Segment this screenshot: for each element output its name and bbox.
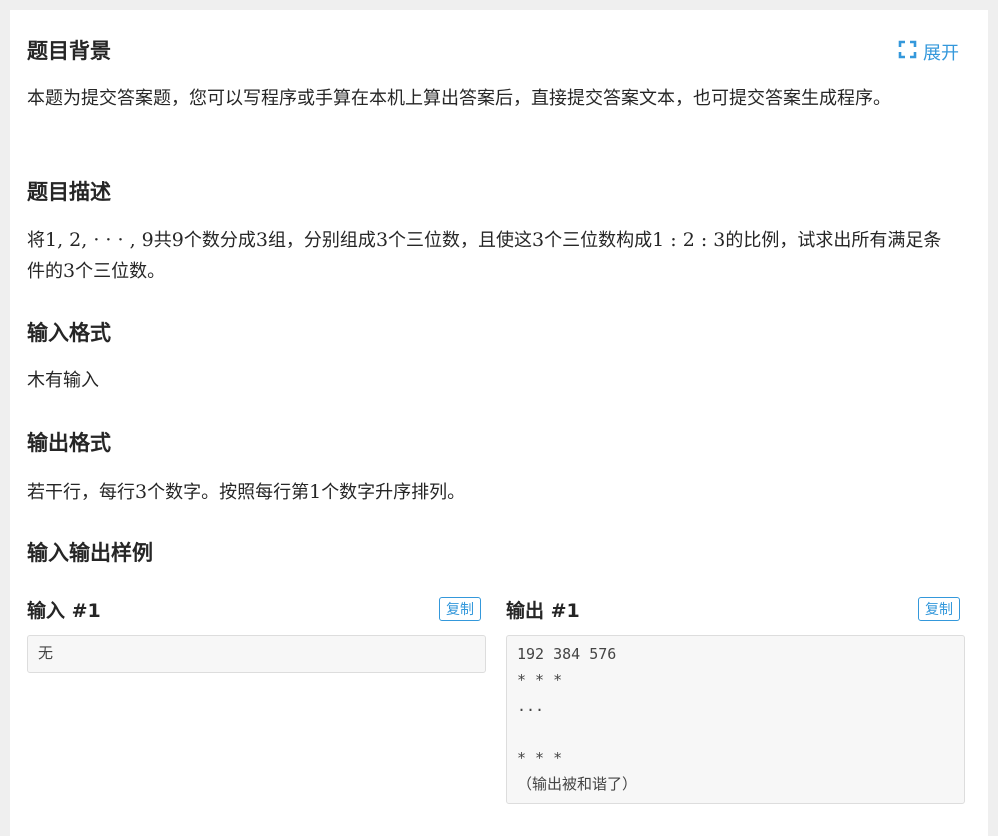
sample-output-box[interactable]: 192 384 576 * * * ... * * * （输出被和谐了） — [506, 635, 965, 804]
input-format-text: 木有输入 — [27, 370, 99, 391]
math-ratio: 1 : 2 : 3 — [652, 229, 726, 251]
section-title-input-format: 输入格式 — [27, 321, 111, 345]
expand-label: 展开 — [923, 43, 959, 64]
expand-button[interactable]: 展开 — [898, 39, 959, 65]
section-title-output-format: 输出格式 — [27, 431, 111, 455]
copy-output-button[interactable]: 复制 — [918, 597, 960, 621]
math-sequence: 1, 2, · · · , 9 — [45, 229, 154, 251]
output-format-text: 若干行，每行3个数字。按照每行第1个数字升序排列。 — [27, 481, 466, 503]
section-title-samples: 输入输出样例 — [27, 541, 153, 565]
section-title-background: 题目背景 — [27, 39, 111, 63]
section-title-description: 题目描述 — [27, 180, 111, 204]
background-text: 本题为提交答案题，您可以写程序或手算在本机上算出答案后，直接提交答案文本，也可提… — [27, 88, 891, 109]
sample-output-title: 输出 #1 — [506, 600, 580, 622]
copy-input-button[interactable]: 复制 — [439, 597, 481, 621]
description-text: 将1, 2, · · · , 9共9个数分成3组，分别组成3个三位数，且使这3个… — [27, 229, 942, 282]
problem-card: 题目背景 展开 本题为提交答案题，您可以写程序或手算在本机上算出答案后，直接提交… — [10, 10, 988, 836]
fullscreen-icon — [898, 40, 917, 64]
sample-input-title: 输入 #1 — [27, 600, 101, 622]
sample-input-box[interactable]: 无 — [27, 635, 486, 673]
